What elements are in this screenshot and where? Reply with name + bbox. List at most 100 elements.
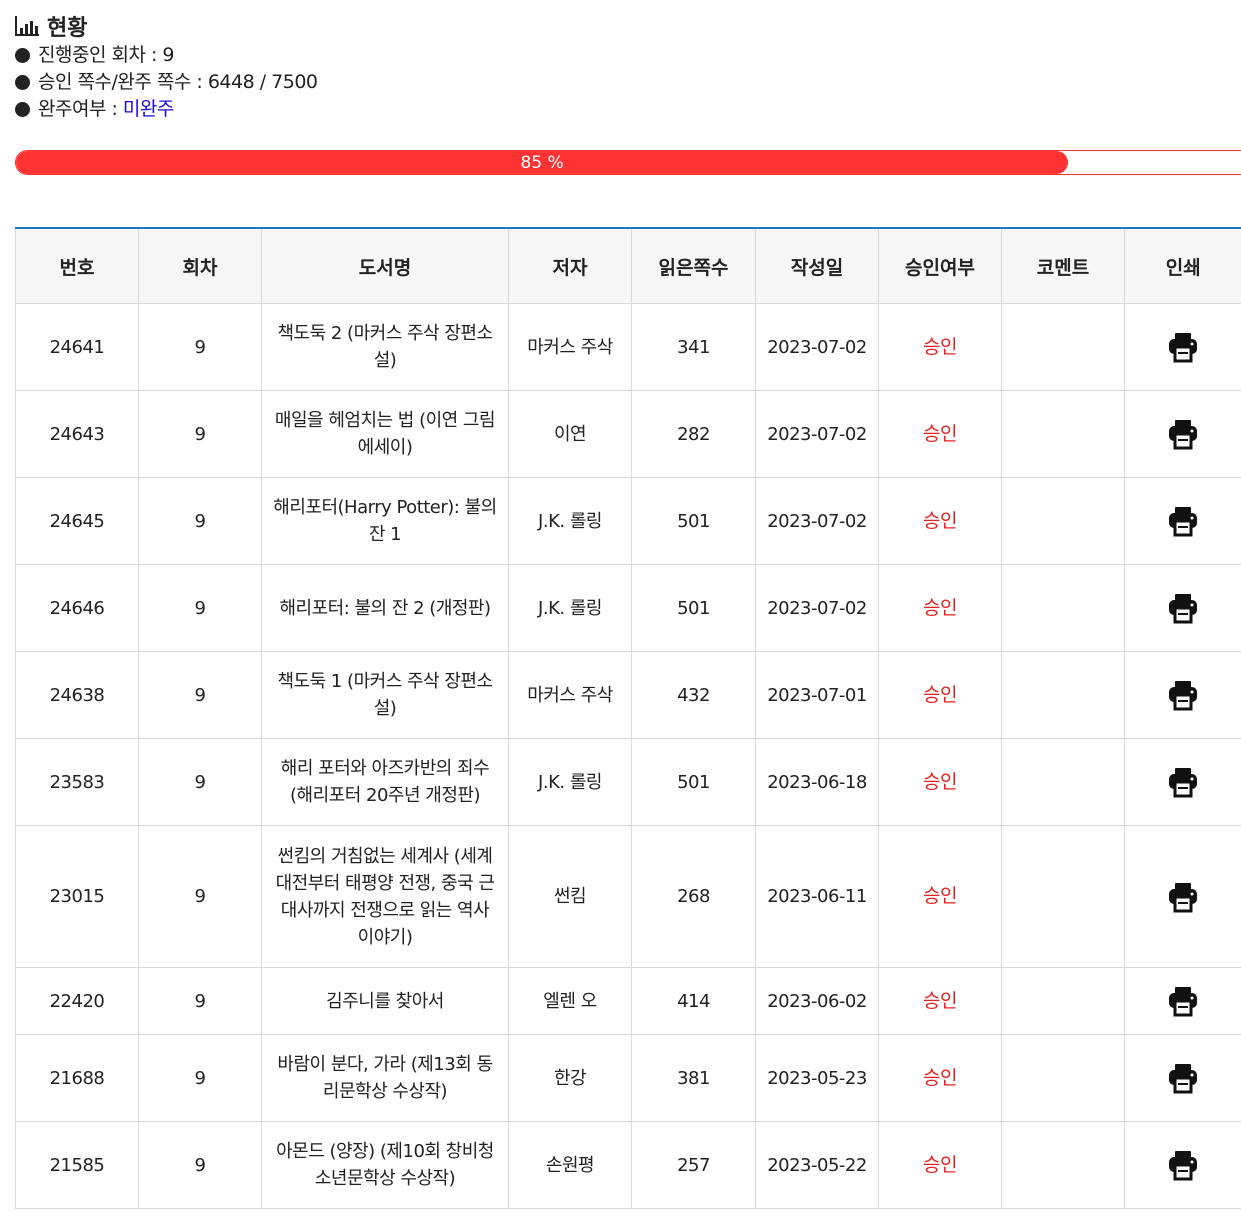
cell-date: 2023-05-23 [755,1034,879,1122]
cell-no: 21688 [15,1034,139,1122]
cell-date: 2023-07-02 [755,390,879,478]
printer-icon[interactable] [1166,765,1200,799]
completion-line: 완주여부 : 미완주 [15,96,318,123]
pages-value: 6448 / 7500 [207,71,318,93]
cell-title: 아몬드 (양장) (제10회 창비청소년문학상 수상작) [261,1121,509,1209]
status-badge: 승인 [923,509,957,532]
header-print: 인쇄 [1124,228,1241,304]
cell-comment [1001,825,1125,968]
cell-print [1124,651,1241,739]
cell-comment [1001,651,1125,739]
table-row: 24645 9 해리포터(Harry Potter): 불의 잔 1 J.K. 롤링 5… [15,477,1241,565]
status-badge: 승인 [923,885,957,907]
cell-no: 24638 [15,651,139,739]
cell-no: 24645 [15,477,139,565]
cell-round: 9 [138,825,262,968]
cell-print [1124,477,1241,565]
cell-status: 승인 [878,825,1002,968]
status-badge: 승인 [923,989,957,1012]
printer-icon[interactable] [1166,330,1200,364]
cell-comment [1001,967,1125,1035]
header-comment: 코멘트 [1001,228,1125,304]
header-author: 저자 [508,228,632,304]
cell-round: 9 [138,651,262,739]
printer-icon[interactable] [1166,678,1200,712]
cell-date: 2023-07-02 [755,477,879,565]
reading-records-table: 번호 회차 도서명 저자 읽은쪽수 작성일 승인여부 코멘트 인쇄 24641 9… [15,227,1241,1209]
bullet-icon [15,75,30,90]
printer-icon[interactable] [1166,1061,1200,1095]
cell-print [1124,967,1241,1035]
progress-label: 85 % [520,152,564,173]
table-header-row: 번호 회차 도서명 저자 읽은쪽수 작성일 승인여부 코멘트 인쇄 [15,228,1241,304]
table-row: 24646 9 해리포터: 불의 잔 2 (개정판) J.K. 롤링 501 2023-0… [15,564,1241,652]
printer-icon[interactable] [1166,984,1200,1018]
status-badge: 승인 [923,770,957,793]
cell-no: 24641 [15,303,139,391]
cell-no: 24643 [15,390,139,478]
cell-title: 해리포터(Harry Potter): 불의 잔 1 [261,477,509,565]
cell-date: 2023-06-02 [755,967,879,1035]
header-no: 번호 [15,228,139,304]
completion-label: 완주여부 : [38,98,123,120]
pages-line: 승인 쪽수/완주 쪽수 : 6448 / 7500 [15,69,318,96]
cell-author: 마커스 주삭 [508,303,632,391]
cell-comment [1001,738,1125,826]
cell-pages: 381 [631,1034,756,1122]
completion-value[interactable]: 미완주 [123,96,174,123]
cell-comment [1001,477,1125,565]
cell-pages: 501 [631,564,756,652]
printer-icon[interactable] [1166,1148,1200,1182]
cell-date: 2023-07-01 [755,651,879,739]
cell-print [1124,303,1241,391]
cell-pages: 341 [631,303,756,391]
cell-status: 승인 [878,967,1002,1035]
status-heading: 현황 [15,10,318,42]
cell-comment [1001,1121,1125,1209]
cell-status: 승인 [878,303,1002,391]
cell-no: 24646 [15,564,139,652]
cell-print [1124,564,1241,652]
cell-author: 이연 [508,390,632,478]
printer-icon[interactable] [1166,880,1200,914]
bullet-icon [15,48,30,63]
cell-round: 9 [138,967,262,1035]
table-row: 24638 9 책도둑 1 (마커스 주삭 장편소설) 마커스 주삭 432 2023-0… [15,651,1241,739]
cell-pages: 432 [631,651,756,739]
status-badge: 승인 [923,683,957,706]
cell-author: 마커스 주삭 [508,651,632,739]
cell-pages: 257 [631,1121,756,1209]
cell-no: 23015 [15,825,139,968]
cell-print [1124,1121,1241,1209]
printer-icon[interactable] [1166,504,1200,538]
cell-round: 9 [138,1121,262,1209]
table-row: 22420 9 김주니를 찾아서 엘렌 오 414 2023-06-02 승인 [15,967,1241,1035]
cell-status: 승인 [878,1034,1002,1122]
cell-print [1124,390,1241,478]
cell-comment [1001,1034,1125,1122]
cell-pages: 414 [631,967,756,1035]
cell-comment [1001,303,1125,391]
table-row: 23015 9 썬킴의 거침없는 세계사 (세계대전부터 태평양 전쟁, 중국 근대… [15,825,1241,968]
cell-date: 2023-07-02 [755,564,879,652]
printer-icon[interactable] [1166,591,1200,625]
cell-round: 9 [138,477,262,565]
table-row: 24641 9 책도둑 2 (마커스 주삭 장편소설) 마커스 주삭 341 2023-0… [15,303,1241,391]
cell-round: 9 [138,390,262,478]
cell-title: 해리 포터와 아즈카반의 죄수(해리포터 20주년 개정판) [261,738,509,826]
printer-icon[interactable] [1166,417,1200,451]
status-badge: 승인 [923,335,957,358]
cell-author: 한강 [508,1034,632,1122]
cell-status: 승인 [878,1121,1002,1209]
cell-title: 김주니를 찾아서 [261,967,509,1035]
cell-comment [1001,564,1125,652]
bullet-icon [15,102,30,117]
current-round-label: 진행중인 회차 : [38,44,163,66]
table-row: 23583 9 해리 포터와 아즈카반의 죄수(해리포터 20주년 개정판) J.K.… [15,738,1241,826]
cell-pages: 501 [631,738,756,826]
cell-title: 매일을 헤엄치는 법 (이연 그림 에세이) [261,390,509,478]
cell-no: 21585 [15,1121,139,1209]
cell-status: 승인 [878,651,1002,739]
cell-print [1124,1034,1241,1122]
cell-title: 바람이 분다, 가라 (제13회 동리문학상 수상작) [261,1034,509,1122]
